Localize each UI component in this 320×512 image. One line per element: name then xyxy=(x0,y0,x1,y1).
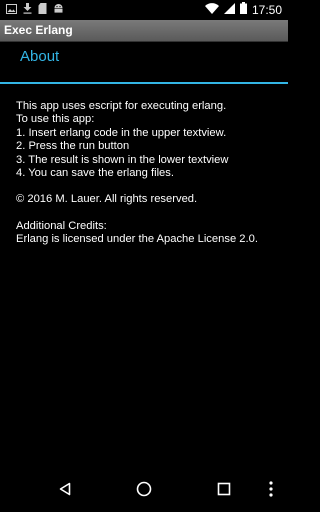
home-icon xyxy=(136,481,152,502)
about-line: To use this app: xyxy=(16,113,95,126)
back-button[interactable] xyxy=(54,480,76,502)
app-title: Exec Erlang xyxy=(4,23,73,37)
notification-icons xyxy=(0,1,64,19)
dialog-title: About xyxy=(20,48,60,65)
wifi-icon xyxy=(204,1,219,19)
app-title-bar: Exec Erlang xyxy=(0,20,288,42)
recents-icon xyxy=(217,482,231,501)
about-line: 4. You can save the erlang files. xyxy=(16,167,174,180)
clock: 17:50 xyxy=(251,2,282,17)
title-divider xyxy=(0,82,288,84)
sd-card-icon xyxy=(38,1,47,19)
overflow-menu-button[interactable] xyxy=(261,480,281,502)
recents-button[interactable] xyxy=(213,480,235,502)
android-debug-icon xyxy=(53,1,64,19)
about-line: 1. Insert erlang code in the upper textv… xyxy=(16,126,227,139)
about-line: 2. Press the run button xyxy=(16,140,130,153)
status-bar: 17:50 xyxy=(0,0,288,19)
credits-heading: Additional Credits: xyxy=(16,219,107,232)
navigation-bar xyxy=(0,470,288,512)
image-icon xyxy=(6,1,17,19)
battery-icon xyxy=(239,1,247,19)
back-icon xyxy=(58,482,72,501)
download-icon xyxy=(23,1,32,19)
about-line: This app uses escript for executing erla… xyxy=(16,100,227,112)
overflow-menu-icon xyxy=(269,480,273,502)
copyright-line: © 2016 M. Lauer. All rights reserved. xyxy=(16,193,198,206)
home-button[interactable] xyxy=(133,480,155,502)
about-text: This app uses escript for executing erla… xyxy=(16,100,278,247)
credits-line: Erlang is licensed under the Apache Lice… xyxy=(16,233,258,246)
signal-icon xyxy=(223,1,235,19)
system-icons: 17:50 xyxy=(204,1,288,19)
about-line: 3. The result is shown in the lower text… xyxy=(16,153,229,166)
